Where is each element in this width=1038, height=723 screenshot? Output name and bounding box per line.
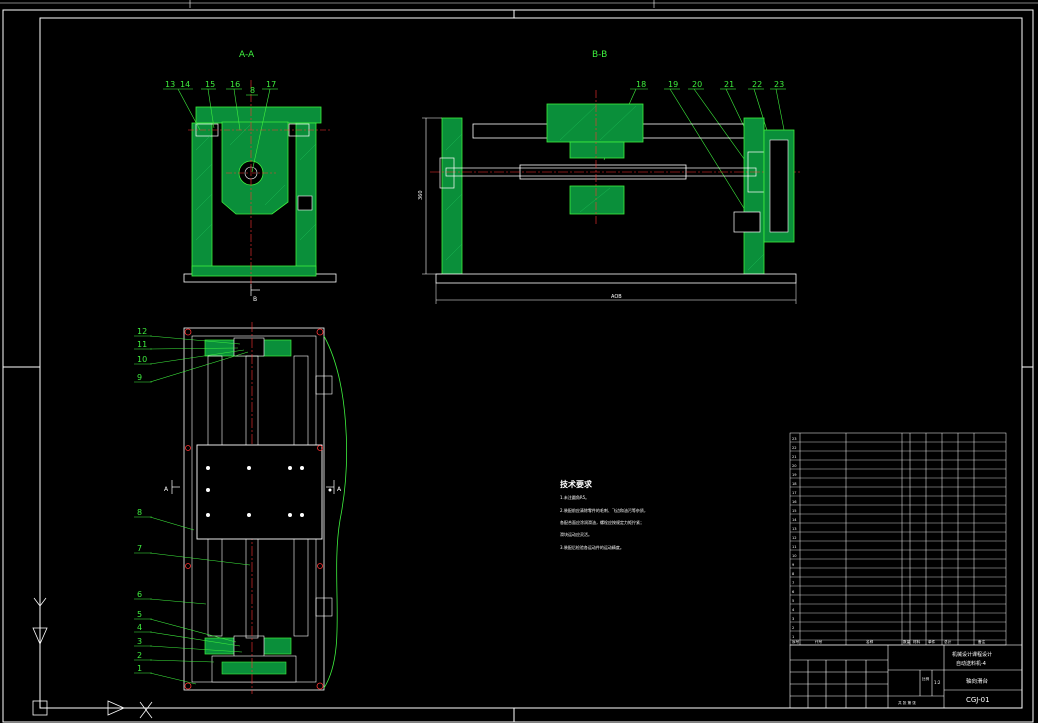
balloon-4: 4 <box>137 623 142 632</box>
balloon-16: 16 <box>230 80 240 89</box>
bom-header-total: 总计 <box>944 639 952 644</box>
bom-row-5: 5 <box>792 599 794 603</box>
balloon-1: 1 <box>137 664 142 673</box>
bom-row-22: 22 <box>792 446 797 450</box>
bom-row-10: 10 <box>792 554 797 558</box>
bom-row-3: 3 <box>792 617 794 621</box>
bom-header-qty: 数量 <box>903 639 911 644</box>
balloon-10: 10 <box>137 355 147 364</box>
balloon-5: 5 <box>137 610 142 619</box>
bom-row-15: 15 <box>792 509 797 513</box>
bom-row-lines <box>790 441 1006 641</box>
section-mark-a-left: A <box>164 486 169 493</box>
balloon-13: 13 <box>165 80 175 89</box>
bom-row-6: 6 <box>792 590 795 594</box>
bom-row-2: 2 <box>792 626 794 630</box>
scale-label: 比例 <box>922 676 930 681</box>
balloon-8: 8 <box>137 508 142 517</box>
tech-req-line-1: 1.未注圆角R5。 <box>560 494 589 500</box>
balloon-2: 2 <box>137 651 142 660</box>
bom-row-21: 21 <box>792 455 797 459</box>
balloon-labels-left: 12 11 10 9 8 7 6 5 4 3 2 1 <box>137 327 147 673</box>
bom-row-12: 12 <box>792 536 797 540</box>
sheet-frame <box>2 9 1034 723</box>
bom-row-7: 7 <box>792 581 794 585</box>
bom-row-4: 4 <box>792 608 795 612</box>
bom-row-13: 13 <box>792 527 797 531</box>
balloon-22: 22 <box>752 80 762 89</box>
tech-req-line-2: 2.装配前应清除零件的毛刺、飞边和油污等杂质， <box>560 507 648 513</box>
bom-row-18: 18 <box>792 482 797 486</box>
balloon-15: 15 <box>205 80 215 89</box>
ucs-icon <box>32 585 153 719</box>
bom-row-8: 8 <box>792 572 795 576</box>
bom-row-16: 16 <box>792 500 797 504</box>
title-block-text: 机械设计课程设计 自动送料机-4 轴向滑台 CGJ-01 比例 1:2 共 张 … <box>898 651 992 705</box>
sheet-info: 共 张 第 张 <box>898 700 916 705</box>
drawing-number: CGJ-01 <box>966 696 990 704</box>
tech-req-line-4: 滑块运动应灵活。 <box>560 531 592 537</box>
bom-row-23: 23 <box>792 437 797 441</box>
section-aa-title: A-A <box>239 50 255 60</box>
balloon-14: 14 <box>180 80 190 89</box>
balloon-12: 12 <box>137 327 147 336</box>
bom-row-20: 20 <box>792 464 797 468</box>
balloon-19: 19 <box>668 80 678 89</box>
bom-header-material: 材料 <box>913 639 921 644</box>
dimension-horizontal: AOB <box>611 294 622 300</box>
bom-row-1: 1 <box>792 635 794 639</box>
dimension-vertical: 360 <box>418 190 424 200</box>
balloon-7: 7 <box>137 544 142 553</box>
balloon-8-top: 8 <box>250 86 255 95</box>
balloon-6: 6 <box>137 590 142 599</box>
section-bb-view: B-B 360 AOB <box>418 50 800 304</box>
bom-row-19: 19 <box>792 473 797 477</box>
bom-header-code: 代号 <box>815 639 823 644</box>
section-bb-title: B-B <box>592 50 607 60</box>
balloon-11: 11 <box>137 340 147 349</box>
balloon-20: 20 <box>692 80 702 89</box>
balloon-18: 18 <box>636 80 646 89</box>
technical-requirements: 技术要求 1.未注圆角R5。 2.装配前应清除零件的毛刺、飞边和油污等杂质， 各… <box>560 479 648 550</box>
balloon-3: 3 <box>137 637 142 646</box>
bom-header-no: 序号 <box>792 639 800 644</box>
bom-row-17: 17 <box>792 491 797 495</box>
design-title-2: 自动送料机-4 <box>956 660 986 667</box>
balloon-9: 9 <box>137 373 142 382</box>
balloon-labels-top: 13 14 15 16 17 8 18 19 20 21 22 23 <box>165 80 784 95</box>
cad-drawing-canvas[interactable]: A-A B 13 14 15 16 17 8 18 19 20 21 22 23… <box>0 0 1038 723</box>
tech-req-line-5: 3.装配后检验各运动件的运动精度。 <box>560 544 624 550</box>
bom-row-11: 11 <box>792 545 797 549</box>
design-title: 机械设计课程设计 <box>952 651 992 658</box>
scale-value: 1:2 <box>934 680 941 685</box>
balloon-23: 23 <box>774 80 784 89</box>
balloon-21: 21 <box>724 80 734 89</box>
bom-header-name: 名称 <box>866 639 874 644</box>
bom-header-unit: 单件 <box>928 639 936 644</box>
bom-row-14: 14 <box>792 518 797 522</box>
bom-header-remark: 备注 <box>978 639 986 644</box>
crosshair-cursor <box>0 0 1038 8</box>
bom-row-9: 9 <box>792 563 795 567</box>
tech-req-line-3: 各配合面应涂润滑油，螺栓应按规定力矩拧紧； <box>560 519 644 525</box>
section-mark-a-right: A <box>337 486 342 493</box>
drawing-name: 轴向滑台 <box>966 677 989 685</box>
section-mark-b: B <box>253 296 257 303</box>
balloon-17: 17 <box>266 80 276 89</box>
tech-req-title: 技术要求 <box>560 479 593 489</box>
